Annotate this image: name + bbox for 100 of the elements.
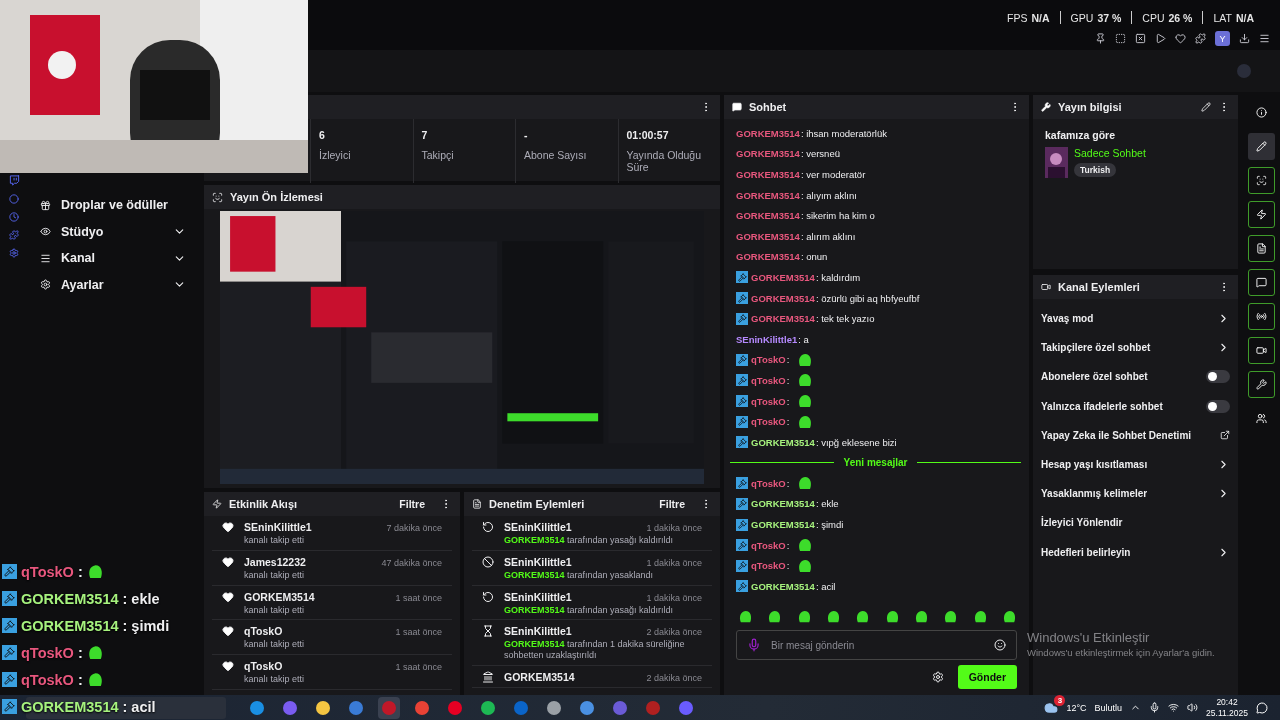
menu-icon[interactable] <box>1259 33 1270 44</box>
volume-icon[interactable] <box>1187 702 1199 713</box>
emote-icon <box>796 609 812 624</box>
moderator-badge-icon <box>736 477 748 490</box>
app-icon[interactable] <box>315 699 331 716</box>
settings-icon <box>40 279 51 291</box>
emote-icon <box>797 557 814 574</box>
action-item[interactable]: Yapay Zeka ile Sohbet Denetimi <box>1033 420 1238 450</box>
play-icon[interactable] <box>1155 33 1166 44</box>
emote-icon <box>884 609 900 624</box>
emote-icon <box>767 609 783 624</box>
emote-icon <box>797 393 814 409</box>
close-box-icon[interactable] <box>1135 33 1146 44</box>
action-item[interactable]: İzleyici Yönlendir <box>1033 508 1238 538</box>
message-text: : <box>786 395 790 407</box>
app-icon[interactable] <box>249 699 265 716</box>
emoji-icon[interactable] <box>994 639 1006 651</box>
action-item[interactable]: Takipçilere özel sohbet <box>1033 333 1238 363</box>
sidebar-item[interactable]: Stüdyo <box>28 218 200 245</box>
moderator-badge-icon <box>736 559 748 572</box>
moderator-badge-icon <box>2 618 17 633</box>
rail-button[interactable] <box>1247 371 1275 398</box>
rail-button[interactable] <box>1247 201 1275 228</box>
moderator-badge-icon <box>736 292 748 305</box>
moderator-badge-icon <box>736 518 748 531</box>
send-button[interactable]: Gönder <box>957 665 1017 689</box>
toggle-switch[interactable] <box>1206 399 1230 413</box>
heart-icon <box>222 521 234 533</box>
capture-icon[interactable] <box>1115 33 1126 44</box>
user-name: GORKEM3514 <box>736 169 800 180</box>
chat-icon <box>732 102 742 112</box>
action-item[interactable]: Yasaklanmış kelimeler <box>1033 479 1238 509</box>
stat-value: - <box>524 129 529 141</box>
puzzle-icon[interactable] <box>9 230 19 240</box>
broadcast-icon <box>1255 311 1267 322</box>
action-item[interactable]: Yalnızca ifadelerle sohbet <box>1033 391 1238 421</box>
sidebar-item[interactable]: Ayarlar <box>28 271 200 298</box>
edit-icon[interactable] <box>1201 102 1211 112</box>
sidebar-item[interactable]: Kanal <box>28 245 200 272</box>
toggle-switch[interactable] <box>1206 370 1230 384</box>
message-text: : ihsan moderatörlük <box>800 127 887 139</box>
stream-title: kafamıza göre <box>1045 129 1117 141</box>
moderator-badge-icon <box>736 498 748 510</box>
emote-icon <box>797 475 814 492</box>
rail-button[interactable] <box>1247 235 1275 262</box>
microphone-icon[interactable] <box>1149 702 1161 713</box>
message-text: : <box>786 374 790 386</box>
document-icon <box>472 499 482 509</box>
message-text: : <box>786 477 790 489</box>
rail-button[interactable] <box>1247 167 1275 194</box>
emote-icon <box>855 609 871 624</box>
cloud-icon[interactable] <box>1044 700 1059 715</box>
sidebar-item[interactable]: Droplar ve ödüller <box>28 192 200 219</box>
stat-value: 6 <box>319 129 326 141</box>
user-name: SEninKilittle1 <box>244 521 312 533</box>
category-link[interactable]: Sadece Sohbet <box>1074 147 1146 159</box>
event-time: 1 dakika önce <box>646 557 702 568</box>
notifications-icon[interactable] <box>1256 701 1268 714</box>
app-icon[interactable] <box>579 699 595 716</box>
app-icon[interactable] <box>546 699 562 716</box>
message-input[interactable]: Bir mesaj gönderin <box>769 638 986 652</box>
action-item[interactable]: Yavaş mod <box>1033 304 1238 334</box>
event-text: kanalı takip etti <box>244 535 306 546</box>
rail-button[interactable] <box>1247 133 1275 160</box>
download-icon[interactable] <box>1239 33 1250 44</box>
external-link-icon <box>1220 430 1230 441</box>
app-icon[interactable] <box>480 699 496 716</box>
clock-icon[interactable] <box>9 212 19 222</box>
action-item[interactable]: Abonelere özel sohbet <box>1033 362 1238 392</box>
heart-icon[interactable] <box>1175 33 1186 44</box>
clock-time: 20:42 <box>1216 697 1238 708</box>
message-field[interactable]: Bir mesaj gönderin <box>736 630 1017 660</box>
action-item[interactable]: Hedefleri belirleyin <box>1033 537 1238 567</box>
event-time: 1 dakika önce <box>646 523 702 533</box>
twitch-icon[interactable] <box>8 175 20 186</box>
app-icon[interactable] <box>414 699 430 716</box>
message-text: : <box>786 560 790 572</box>
profile-button[interactable]: Y <box>1215 31 1230 46</box>
moderator-badge-icon <box>2 672 17 687</box>
message-text: : onun <box>800 251 828 263</box>
stat-value: 01:00:57 <box>626 129 670 141</box>
action-item[interactable]: Hesap yaşı kısıtlaması <box>1033 449 1238 480</box>
moderator-badge-icon <box>736 312 748 325</box>
panel-title: Yayın Ön İzlemesi <box>230 191 324 203</box>
user-name: SEninKilittle1 <box>504 521 572 533</box>
network-icon[interactable] <box>1168 702 1180 713</box>
ban-icon <box>482 555 494 568</box>
rail-button[interactable] <box>1247 269 1275 296</box>
preview-icon <box>212 191 223 203</box>
filter-button[interactable]: Filtre <box>399 498 425 510</box>
pin-icon[interactable] <box>1095 33 1106 44</box>
panel-title: Sohbet <box>749 101 788 113</box>
user-name: SEninKilittle1 <box>736 333 798 345</box>
filter-button[interactable]: Filtre <box>659 498 685 510</box>
stat-label: Yayında Olduğu Süre <box>626 149 703 173</box>
user-name: GORKEM3514 <box>21 698 119 715</box>
rail-button[interactable] <box>1247 303 1275 330</box>
rail-button[interactable] <box>1247 337 1275 364</box>
panel-title: Etkinlik Akışı <box>229 498 299 510</box>
moderator-badge-icon <box>736 580 748 593</box>
